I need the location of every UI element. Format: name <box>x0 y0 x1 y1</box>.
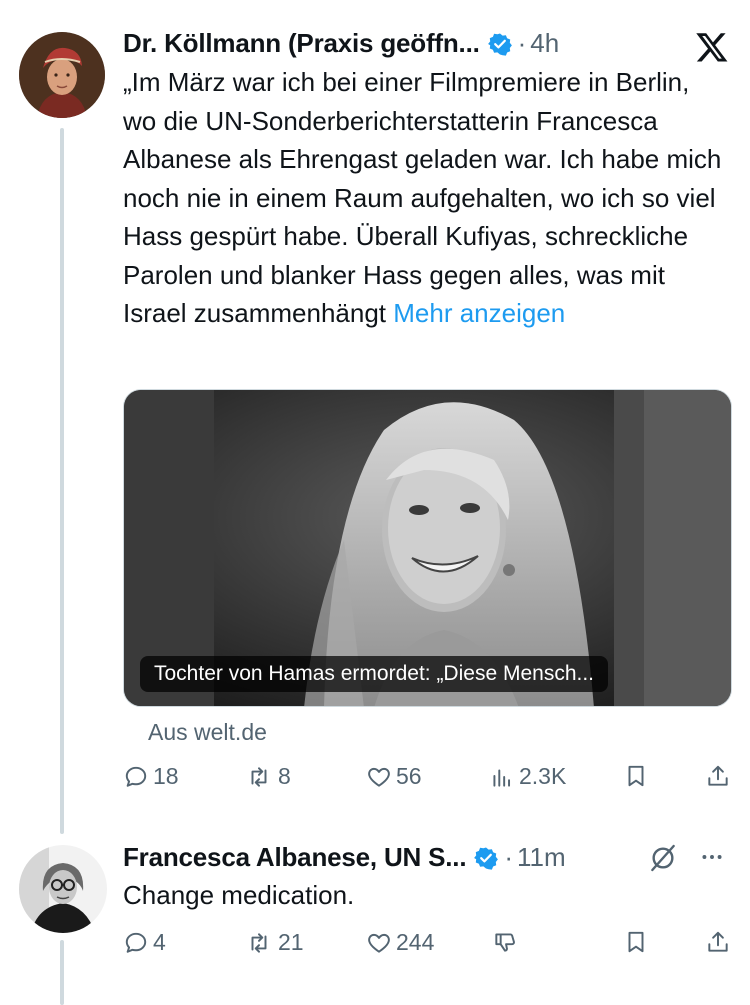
separator-dot: · <box>517 28 527 58</box>
link-card-image[interactable]: Tochter von Hamas ermordet: „Diese Mensc… <box>123 389 732 707</box>
repost-button[interactable]: 8 <box>244 763 291 790</box>
repost-icon <box>251 766 267 787</box>
reply-icon <box>125 932 147 953</box>
reply-timestamp[interactable]: 11m <box>517 842 566 873</box>
share-icon <box>708 931 728 952</box>
tweet-text: „Im März war ich bei einer Filmpremiere … <box>123 63 723 333</box>
thumbs-down-icon <box>495 933 515 952</box>
views-count: 2.3K <box>519 763 567 789</box>
grok-icon[interactable] <box>647 842 679 874</box>
x-logo-icon <box>696 33 728 62</box>
views-chart-icon <box>493 769 511 787</box>
bookmark-button[interactable] <box>623 763 653 789</box>
reply-header: Francesca Albanese, UN S... · 11m <box>123 842 566 873</box>
show-more-link[interactable]: Mehr anzeigen <box>393 298 565 328</box>
tweet-text-content: „Im März war ich bei einer Filmpremiere … <box>123 67 722 328</box>
repost-button[interactable]: 21 <box>244 929 304 956</box>
verified-badge-icon <box>487 33 512 56</box>
heart-icon <box>368 767 390 787</box>
reply-author-name[interactable]: Francesca Albanese, UN S... <box>123 842 467 873</box>
timestamp[interactable]: 4h <box>530 28 559 59</box>
share-icon <box>708 765 728 786</box>
card-source[interactable]: Aus welt.de <box>148 719 267 746</box>
bookmark-icon <box>628 931 644 953</box>
share-button[interactable] <box>705 763 735 789</box>
tweet-header: Dr. Köllmann (Praxis geöffn... · 4h <box>123 28 559 59</box>
card-caption: Tochter von Hamas ermordet: „Diese Mensc… <box>140 656 608 692</box>
dislike-button[interactable] <box>492 929 522 955</box>
thread-line-continued <box>60 940 64 1005</box>
like-button[interactable]: 56 <box>366 763 422 790</box>
like-count: 56 <box>396 763 422 789</box>
reply-icon <box>125 766 147 787</box>
reply-text: Change medication. <box>123 880 355 910</box>
like-button[interactable]: 244 <box>366 929 434 956</box>
heart-icon <box>368 933 390 953</box>
bookmark-button[interactable] <box>623 929 653 955</box>
thread-line <box>60 128 64 834</box>
repost-count: 21 <box>278 929 304 955</box>
share-button[interactable] <box>705 929 735 955</box>
bookmark-icon <box>628 765 644 787</box>
reply-button[interactable]: 18 <box>123 763 179 790</box>
avatar-reply[interactable] <box>19 845 107 933</box>
more-options-icon[interactable] <box>697 844 727 870</box>
reply-button[interactable]: 4 <box>123 929 166 956</box>
reply-count: 4 <box>153 929 166 955</box>
separator-dot: · <box>504 842 514 872</box>
reply-actions: 4 21 244 <box>123 929 733 969</box>
tweet-actions: 18 8 56 2.3K <box>123 763 733 803</box>
repost-count: 8 <box>278 763 291 789</box>
verified-badge-icon <box>474 847 499 870</box>
views-button[interactable]: 2.3K <box>489 763 566 790</box>
repost-icon <box>251 932 267 953</box>
like-count: 244 <box>396 929 435 955</box>
reply-count: 18 <box>153 763 179 789</box>
avatar[interactable] <box>19 32 105 118</box>
author-name[interactable]: Dr. Köllmann (Praxis geöffn... <box>123 28 480 59</box>
